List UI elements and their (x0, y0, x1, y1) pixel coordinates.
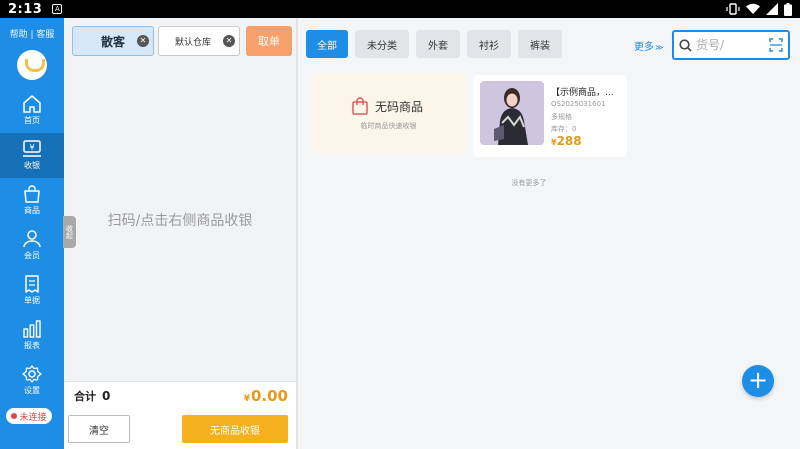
no-code-title-row: 无码商品 (351, 97, 423, 115)
product-card[interactable]: 【示例商品，... QS2025031601 多规格 库存：0 ¥288 (473, 75, 627, 157)
sidebar-item-label: 收银 (24, 161, 40, 170)
collapse-label: 收起 (65, 225, 74, 239)
total-count: 0 (102, 388, 111, 403)
battery-icon (784, 2, 792, 16)
plus-icon: + (747, 366, 769, 394)
wifi-icon (746, 3, 760, 14)
gear-icon (22, 365, 42, 383)
sidebar-item-reports[interactable]: 报表 (0, 313, 64, 358)
total-amount: ¥0.00 (244, 387, 288, 405)
tab-pants[interactable]: 裤装 (518, 30, 562, 58)
scan-icon[interactable] (769, 38, 783, 52)
sidebar-item-orders[interactable]: 单据 (0, 268, 64, 313)
connection-status-badge[interactable]: 未连接 (6, 408, 52, 424)
total-label: 合计 (74, 389, 96, 403)
cart-total-row: 合计 0 ¥0.00 (64, 381, 296, 409)
sidebar-item-label: 首页 (24, 116, 40, 125)
sidebar: 帮助 | 客服 首页 ¥ 收银 商品 会员 单据 报表 设置 未连接 (0, 18, 64, 449)
sidebar-item-settings[interactable]: 设置 (0, 358, 64, 403)
price-value: 288 (556, 134, 582, 148)
home-icon (23, 95, 41, 113)
take-order-button[interactable]: 取单 (246, 26, 292, 56)
no-code-title: 无码商品 (375, 99, 424, 114)
no-more-label: 没有更多了 (511, 179, 547, 187)
bar-chart-icon (23, 320, 41, 338)
status-time: 2:13 (8, 1, 43, 17)
no-code-product-card[interactable]: 无码商品 临时商品快速收银 (311, 73, 466, 153)
sidebar-item-cashier[interactable]: ¥ 收银 (0, 133, 64, 178)
category-tabs: 全部 未分类 外套 衬衫 裤装 (306, 30, 562, 58)
shopping-bag-icon (352, 97, 368, 115)
customer-label: 散客 (101, 34, 126, 49)
tab-coat[interactable]: 外套 (416, 30, 460, 58)
add-product-button[interactable]: + (742, 365, 774, 397)
no-code-subtitle: 临时商品快速收银 (360, 122, 417, 130)
product-image (480, 81, 544, 145)
product-panel: 全部 未分类 外套 衬衫 裤装 更多≫ 无码商品 临时商品快速收银 【示例商 (298, 18, 800, 449)
cart-actions: 清空 无商品收银 (64, 409, 296, 449)
customer-selector[interactable]: 散客 ✕ (72, 26, 154, 56)
warehouse-selector[interactable]: 默认仓库 ✕ (158, 26, 240, 56)
tab-all[interactable]: 全部 (306, 30, 348, 58)
warehouse-label: 默认仓库 (175, 37, 212, 48)
sidebar-item-label: 单据 (24, 296, 40, 305)
product-name: 【示例商品，... (551, 88, 614, 98)
tab-uncategorized[interactable]: 未分类 (355, 30, 409, 58)
clear-warehouse-icon[interactable]: ✕ (223, 35, 235, 47)
notification-icon: A (52, 4, 63, 14)
sidebar-item-goods[interactable]: 商品 (0, 178, 64, 223)
svg-text:¥: ¥ (29, 143, 34, 152)
cashier-icon: ¥ (23, 140, 41, 157)
user-icon (23, 230, 41, 248)
status-icons (726, 2, 792, 16)
sidebar-item-member[interactable]: 会员 (0, 223, 64, 268)
cart-topbar: 散客 ✕ 默认仓库 ✕ 取单 (64, 18, 296, 64)
product-spec: 多规格 (551, 113, 572, 121)
clear-customer-icon[interactable]: ✕ (137, 35, 149, 47)
cart-empty-hint: 扫码/点击右侧商品收银 (107, 213, 253, 229)
more-label: 更多 (634, 42, 654, 53)
product-sku: QS2025031601 (551, 100, 606, 108)
chevron-down-icon: ≫ (655, 43, 664, 52)
search-box[interactable] (672, 30, 790, 60)
search-icon (679, 38, 692, 52)
search-input[interactable] (696, 38, 760, 52)
no-goods-checkout-button[interactable]: 无商品收银 (182, 415, 288, 443)
signal-icon (766, 3, 778, 15)
collapse-panel-handle[interactable]: 收起 (63, 216, 76, 248)
sidebar-item-home[interactable]: 首页 (0, 88, 64, 133)
sidebar-item-label: 会员 (24, 251, 40, 260)
cart-panel: 散客 ✕ 默认仓库 ✕ 取单 扫码/点击右侧商品收银 收起 合计 0 ¥0.00… (63, 18, 296, 449)
help-support-link[interactable]: 帮助 | 客服 (0, 27, 64, 40)
status-bar: 2:13 A (0, 0, 800, 18)
total-amount-value: 0.00 (250, 386, 288, 405)
bag-icon (24, 185, 40, 203)
vibrate-icon (726, 3, 740, 15)
more-categories-button[interactable]: 更多≫ (634, 38, 663, 53)
currency-symbol: ¥ (243, 393, 250, 404)
clear-cart-button[interactable]: 清空 (68, 415, 130, 443)
app-logo (17, 50, 47, 80)
product-stock: 库存：0 (551, 125, 577, 133)
product-price: ¥288 (551, 134, 582, 148)
tab-shirt[interactable]: 衬衫 (467, 30, 511, 58)
sidebar-item-label: 商品 (24, 206, 40, 215)
receipt-icon (25, 275, 39, 293)
sidebar-item-label: 设置 (24, 386, 40, 395)
sidebar-item-label: 报表 (24, 341, 40, 350)
